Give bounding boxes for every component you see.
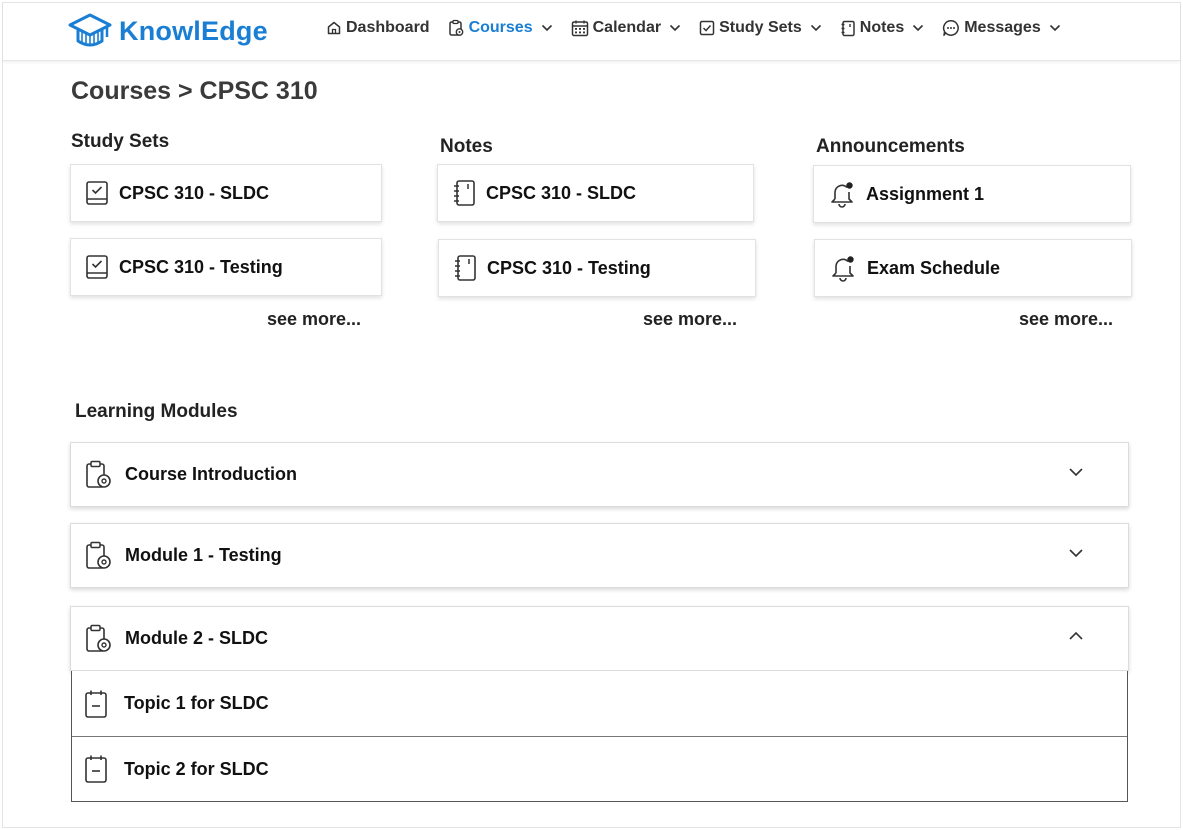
topic-clipboard-icon — [85, 690, 107, 718]
module-accordion[interactable]: Course Introduction — [70, 442, 1129, 507]
learning-modules-title: Learning Modules — [75, 401, 238, 422]
announcement-label: Exam Schedule — [867, 257, 1001, 278]
module-accordion[interactable]: Module 1 - Testing — [70, 523, 1129, 588]
note-label: CPSC 310 - Testing — [487, 257, 651, 278]
topic-item[interactable]: Topic 1 for SLDC — [72, 671, 1127, 736]
note-card[interactable]: CPSC 310 - Testing — [438, 239, 756, 297]
study-set-icon — [86, 181, 108, 205]
app-frame: KnowlEdge Dashboard Courses Calendar Stu… — [2, 2, 1181, 828]
notes-title: Notes — [440, 136, 493, 157]
module-topics-list: Topic 1 for SLDC Topic 2 for SLDC — [71, 671, 1128, 802]
module-clipboard-icon — [86, 541, 111, 569]
graduation-cap-icon — [68, 13, 112, 47]
app-name: KnowlEdge — [119, 15, 268, 46]
announcement-card[interactable]: Exam Schedule — [814, 239, 1132, 297]
chevron-down-icon — [913, 24, 924, 32]
nav-label: Calendar — [592, 19, 662, 36]
note-card[interactable]: CPSC 310 - SLDC — [437, 164, 754, 222]
nav-label: Study Sets — [719, 19, 802, 36]
announcement-label: Assignment 1 — [866, 183, 985, 204]
nav-label: Notes — [859, 19, 905, 36]
module-clipboard-icon — [86, 624, 111, 652]
study-set-card[interactable]: CPSC 310 - SLDC — [70, 164, 382, 222]
module-clipboard-icon — [86, 460, 111, 488]
nav-label: Messages — [964, 19, 1041, 36]
study-sets-see-more-link[interactable]: see more... — [267, 309, 361, 330]
notebook-icon — [841, 20, 855, 36]
nav-study-sets[interactable]: Study Sets — [699, 19, 822, 37]
calendar-icon — [571, 20, 588, 37]
chevron-up-icon[interactable] — [1068, 631, 1084, 641]
announcements-title: Announcements — [816, 136, 965, 157]
checkbox-icon — [699, 20, 715, 36]
topic-label: Topic 1 for SLDC — [124, 693, 269, 713]
topic-item[interactable]: Topic 2 for SLDC — [72, 736, 1127, 801]
study-set-label: CPSC 310 - SLDC — [119, 182, 270, 203]
module-label: Module 1 - Testing — [125, 545, 282, 565]
study-set-card[interactable]: CPSC 310 - Testing — [70, 238, 382, 296]
chevron-down-icon[interactable] — [1068, 467, 1084, 477]
module-label: Module 2 - SLDC — [125, 628, 268, 648]
chat-icon — [943, 20, 960, 36]
top-navigation-bar: KnowlEdge Dashboard Courses Calendar Stu… — [3, 3, 1180, 61]
study-sets-title: Study Sets — [71, 131, 170, 152]
note-label: CPSC 310 - SLDC — [486, 182, 637, 203]
bell-notification-icon — [831, 182, 853, 208]
notes-see-more-link[interactable]: see more... — [643, 309, 737, 330]
notebook-icon — [455, 255, 476, 281]
study-set-icon — [86, 255, 108, 279]
topic-clipboard-icon — [85, 755, 107, 783]
nav-dashboard[interactable]: Dashboard — [326, 19, 430, 37]
nav-label: Courses — [468, 19, 533, 36]
breadcrumb[interactable]: Courses > CPSC 310 — [71, 77, 318, 106]
topic-label: Topic 2 for SLDC — [124, 758, 269, 779]
logo[interactable]: KnowlEdge — [67, 11, 268, 51]
chevron-down-icon — [670, 24, 681, 32]
module-label: Course Introduction — [125, 464, 297, 484]
chevron-down-icon — [541, 24, 552, 32]
bell-notification-icon — [832, 256, 854, 282]
nav-calendar[interactable]: Calendar — [571, 19, 681, 37]
announcements-see-more-link[interactable]: see more... — [1019, 309, 1113, 330]
nav-notes[interactable]: Notes — [840, 19, 924, 37]
nav-messages[interactable]: Messages — [942, 19, 1061, 37]
module-accordion-expanded[interactable]: Module 2 - SLDC — [70, 606, 1129, 671]
study-set-label: CPSC 310 - Testing — [119, 256, 283, 277]
announcement-card[interactable]: Assignment 1 — [813, 165, 1131, 223]
nav-label: Dashboard — [346, 19, 430, 36]
chevron-down-icon[interactable] — [1068, 548, 1084, 558]
chevron-down-icon — [810, 24, 821, 32]
main-nav: Dashboard Courses Calendar Study Sets No… — [326, 19, 1079, 37]
nav-courses[interactable]: Courses — [448, 19, 553, 37]
clipboard-icon — [448, 19, 463, 36]
chevron-down-icon — [1049, 24, 1060, 32]
home-icon — [327, 21, 341, 35]
notebook-icon — [454, 180, 475, 206]
